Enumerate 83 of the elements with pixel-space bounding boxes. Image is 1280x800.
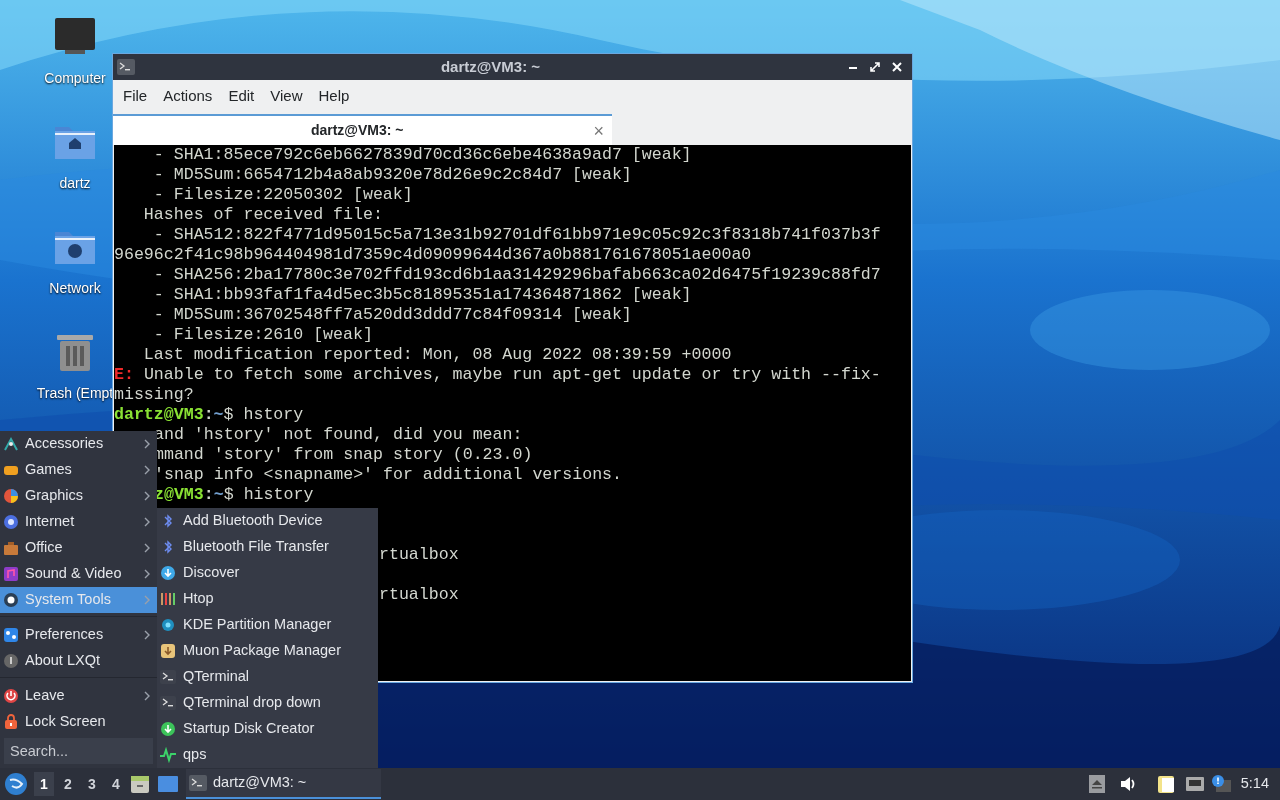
menu-item[interactable]: Htop (157, 586, 378, 612)
terminal-line: - SHA1:bb93faf1fa4d5ec3b5c81895351a174364871862 [weak] (152, 285, 692, 304)
menu-item[interactable]: File (115, 85, 156, 108)
notification-icon[interactable] (1210, 775, 1231, 793)
terminal-line: rtualbox (379, 585, 459, 604)
power-icon (3, 688, 19, 704)
menu-item[interactable]: QTerminal drop down (157, 690, 378, 716)
terminal-line: - MD5Sum:6654712b4a8ab9320e78d26e9c2c84d7 [weak] (152, 165, 632, 184)
menu-item[interactable]: Graphics (0, 483, 157, 509)
menu-item[interactable]: Games (0, 457, 157, 483)
terminal-line: - MD5Sum:36702548ff7a520dd3ddd77c84f09314 [weak] (152, 305, 632, 324)
disc-icon (160, 617, 176, 633)
terminal-line: - SHA512:822f4771d95015c5a713e31b92701df61bb971e9c05c92c3f8318b741f037b3f (152, 225, 881, 244)
menu-item[interactable]: Sound & Video (0, 561, 157, 587)
terminal-line: Last modification reported: Mon, 08 Aug 2022 08:39:59 +0000 (142, 345, 732, 364)
pulse-icon (160, 747, 176, 763)
menu-item[interactable]: Actions (155, 85, 221, 108)
volume-icon[interactable] (1118, 776, 1137, 792)
terminal-line: Hashes of received file: (142, 205, 383, 224)
menu-item[interactable]: Internet (0, 509, 157, 535)
terminal-line: - Filesize:2610 [weak] (152, 325, 373, 344)
terminal-line: - Filesize:22050302 [weak] (152, 185, 413, 204)
search-field[interactable]: Search... (4, 738, 153, 764)
menu-item[interactable]: Muon Package Manager (157, 638, 378, 664)
terminal-prompt-line: dartz@VM3:~$ hstory (114, 405, 304, 424)
clipboard-icon[interactable] (1156, 774, 1177, 794)
menu-item[interactable]: Help (310, 85, 358, 108)
clock[interactable]: 5:14 (1240, 773, 1269, 795)
terminal-prompt-line: z@VM3:~$ history (154, 485, 314, 504)
globe-icon (3, 514, 19, 530)
desktop-icon[interactable] (158, 775, 178, 793)
menu-item[interactable]: Lock Screen (0, 709, 157, 735)
terminal-tab[interactable]: dartz@VM3: ~ × (113, 114, 612, 145)
terminal-icon (117, 59, 135, 75)
icon-label: Computer (44, 69, 106, 88)
menu-item[interactable]: Office (0, 535, 157, 561)
window-title: dartz@VM3: ~ (439, 56, 542, 77)
network-icon[interactable] (1184, 776, 1205, 792)
terminal-line: missing? (114, 385, 194, 404)
menu-item[interactable]: KDE Partition Manager (157, 612, 378, 638)
briefcase-icon (3, 540, 19, 556)
package-icon (160, 643, 176, 659)
terminal-line: 96e96c2f41c98b964404981d7359c4d09099644d367a0b881761678051ae00a0 (114, 245, 752, 264)
eject-icon[interactable] (1088, 775, 1105, 793)
menu-item[interactable]: Bluetooth File Transfer (157, 534, 378, 560)
icon-label: Trash (Empt (36, 384, 114, 403)
close-tab-button[interactable]: × (593, 121, 604, 140)
desktop-switch-button[interactable]: 3 (82, 772, 102, 796)
menu-item[interactable]: Preferences (0, 622, 157, 648)
download-icon (160, 721, 176, 737)
menu-item[interactable]: Edit (220, 85, 263, 108)
icon-label: dartz (59, 174, 91, 193)
icon-label: Network (49, 279, 101, 298)
info-icon (3, 653, 19, 669)
file-cabinet-icon[interactable] (130, 774, 150, 794)
terminal-icon (160, 669, 176, 685)
menu-item[interactable]: View (262, 85, 311, 108)
lock-icon (3, 714, 19, 730)
terminal-icon (189, 775, 207, 791)
terminal-line: - SHA1:85ece792c6eb6627839d70cd36c6ebe4638a9ad7 [weak] (152, 145, 692, 164)
app-menu-icon[interactable] (4, 772, 28, 796)
menu-item[interactable]: Discover (157, 560, 378, 586)
taskbar-button[interactable]: dartz@VM3: ~ (186, 769, 381, 799)
maximize-icon[interactable] (868, 60, 882, 74)
menu-item[interactable]: Leave (0, 683, 157, 709)
desktop-switch-button[interactable]: 2 (58, 772, 78, 796)
desktop-switch-button[interactable]: 1 (34, 772, 54, 796)
terminal-line: E: Unable to fetch some archives, maybe run apt-get update or try with --fix- (114, 365, 881, 384)
menu-item[interactable]: QTerminal (157, 664, 378, 690)
terminal-line: 'snap info <snapname>' for additional versions. (154, 465, 623, 484)
download-icon (160, 565, 176, 581)
menu-item[interactable]: About LXQt (0, 648, 157, 674)
menu-item[interactable]: Startup Disk Creator (157, 716, 378, 742)
terminal-line: rtualbox (379, 545, 459, 564)
menu-item[interactable]: qps (157, 742, 378, 768)
terminal-line: - SHA256:2ba17780c3e702ffd193cd6b1aa31429296bafab663ca02d6475f19239c88fd7 (152, 265, 881, 284)
color-wheel-icon (3, 488, 19, 504)
menu-item[interactable]: Accessories (0, 431, 157, 457)
desktop-switch-button[interactable]: 4 (106, 772, 126, 796)
menu-item[interactable]: Add Bluetooth Device (157, 508, 378, 534)
terminal-icon (160, 695, 176, 711)
close-icon[interactable] (890, 60, 904, 74)
bars-icon (160, 591, 176, 607)
